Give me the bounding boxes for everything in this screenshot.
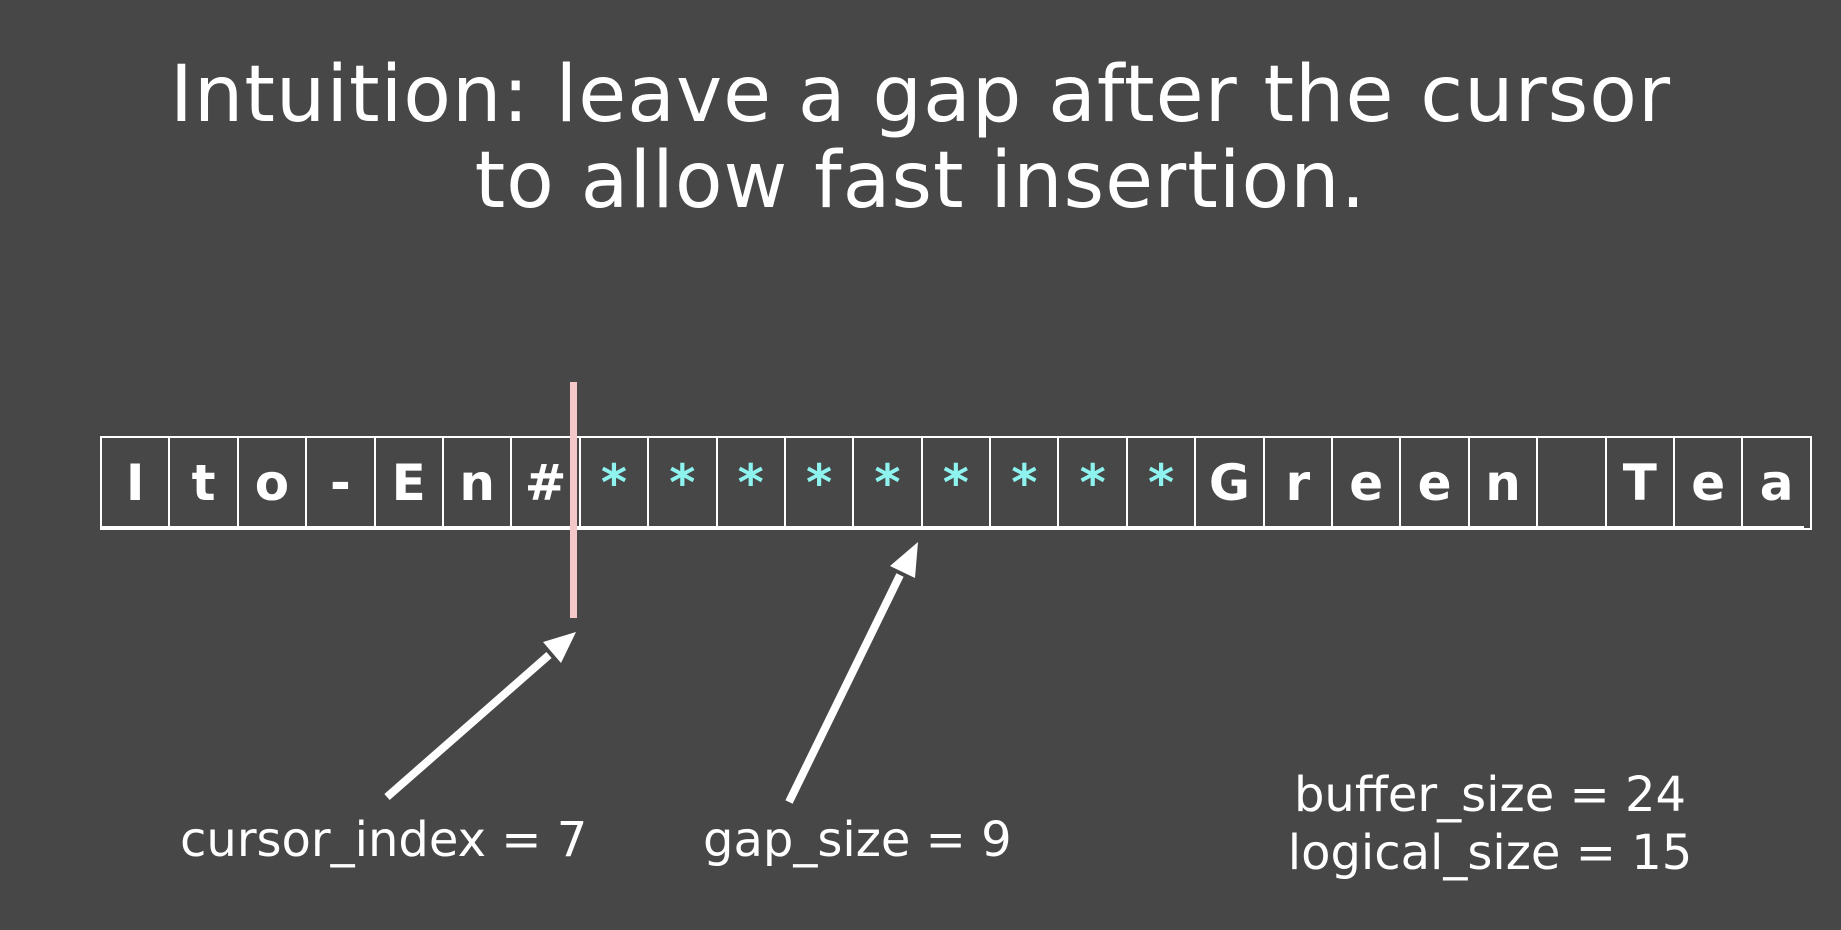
gap-arrow [785,542,918,804]
logical-size-label: logical_size = 15 [1287,825,1693,881]
buffer-size-label: buffer_size = 24 [1293,767,1687,823]
cursor-index-label: cursor_index = 7 [180,812,588,868]
gap-size-label: gap_size = 9 [703,812,1012,868]
size-summary: buffer_size = 24 logical_size = 15 [1270,766,1710,882]
cursor-arrow [384,632,576,801]
